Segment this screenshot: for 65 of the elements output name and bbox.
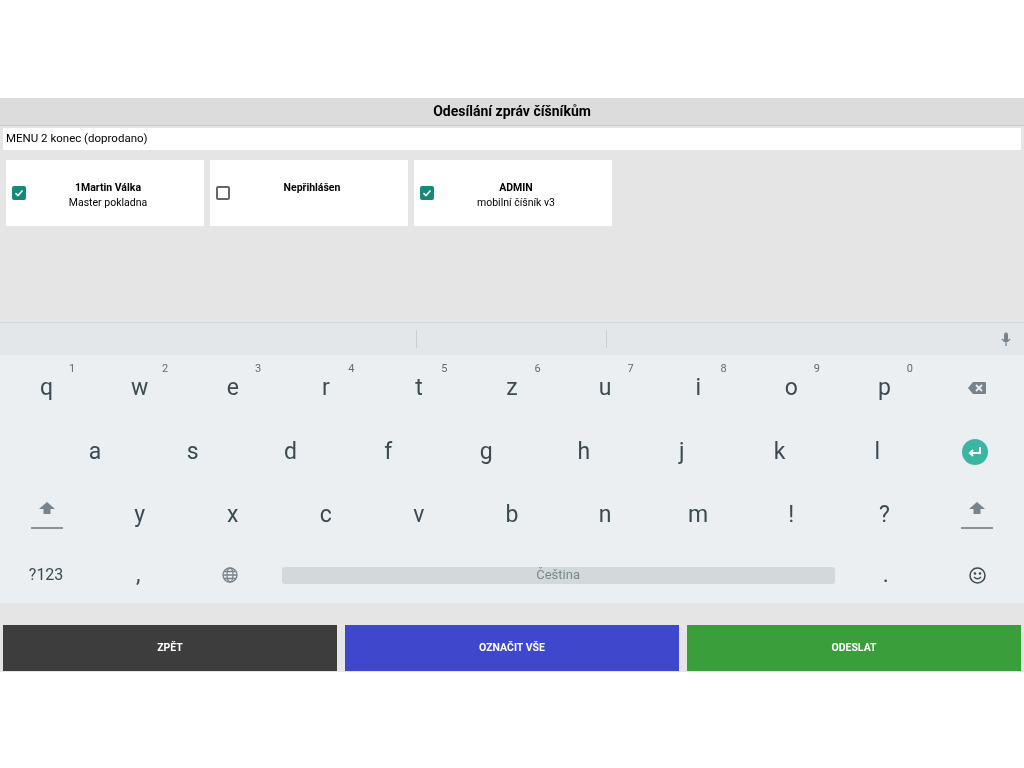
check-icon xyxy=(422,188,432,198)
key-hint: 6 xyxy=(534,361,541,377)
key-hint: 7 xyxy=(627,361,634,377)
keyboard-key[interactable]: v xyxy=(372,483,466,547)
keyboard-key[interactable]: . xyxy=(839,547,932,603)
keyboard-key[interactable]: a xyxy=(46,421,144,483)
keyboard-key[interactable]: k xyxy=(730,421,829,483)
keyboard-key[interactable]: t 5 xyxy=(372,355,466,421)
key-hint: 5 xyxy=(441,361,448,377)
keyboard-key[interactable]: z 6 xyxy=(465,355,559,421)
keyboard-key[interactable]: s xyxy=(143,421,242,483)
key-hint: 1 xyxy=(68,361,76,377)
key-hint: 3 xyxy=(255,361,262,377)
keyboard-key[interactable]: f xyxy=(339,421,438,483)
microphone-icon[interactable] xyxy=(1001,331,1011,347)
keyboard-key[interactable]: h xyxy=(535,421,633,483)
waiter-name: Nepřihlášen xyxy=(283,180,341,195)
keyboard-key[interactable]: ! xyxy=(744,483,838,547)
keyboard-key[interactable]: g xyxy=(437,421,535,483)
keyboard-key[interactable]: q 1 xyxy=(0,355,94,421)
keyboard-key[interactable]: j xyxy=(632,421,731,483)
keyboard-key[interactable]: ? xyxy=(837,483,931,547)
keyboard-key[interactable]: x xyxy=(186,483,280,547)
enter-icon[interactable] xyxy=(962,439,989,465)
globe-icon[interactable] xyxy=(222,567,239,583)
action-button[interactable]: OZNAČIT VŠE xyxy=(345,625,679,671)
keyboard-key[interactable]: l xyxy=(828,421,927,483)
keyboard-key[interactable]: n xyxy=(558,483,652,547)
key-hint: 9 xyxy=(813,361,820,377)
keyboard-key[interactable]: e 3 xyxy=(186,355,280,421)
keyboard-key[interactable]: w 2 xyxy=(93,355,187,421)
device-name: Master pokladna xyxy=(68,195,148,210)
emoji-icon[interactable] xyxy=(969,566,987,584)
keyboard-key[interactable]: c xyxy=(279,483,373,547)
window-title: Odesílání zpráv číšníkům xyxy=(433,102,591,121)
action-button[interactable]: ZPĚT xyxy=(3,625,337,671)
keyboard-key[interactable]: r 4 xyxy=(279,355,373,421)
key-hint: 4 xyxy=(348,361,355,377)
waiter-card[interactable]: 1Martin Válka Master pokladna xyxy=(6,160,204,226)
waiter-name: ADMIN xyxy=(499,180,533,195)
keyboard-key[interactable]: u 7 xyxy=(558,355,652,421)
checkbox[interactable] xyxy=(216,186,230,200)
check-icon xyxy=(14,188,24,198)
key-hint: 2 xyxy=(162,361,169,377)
keyboard-key[interactable]: p 0 xyxy=(837,355,931,421)
keyboard-key[interactable]: ?123 xyxy=(0,547,93,603)
device-name: mobilní číšník v3 xyxy=(477,195,555,210)
key-hint: 8 xyxy=(720,361,727,377)
keyboard-key[interactable]: y xyxy=(93,483,187,547)
keyboard-key[interactable]: b xyxy=(465,483,559,547)
shift-icon xyxy=(30,501,63,529)
keyboard-key[interactable]: , xyxy=(92,547,185,603)
checkbox[interactable] xyxy=(420,186,434,200)
waiter-card[interactable]: Nepřihlášen xyxy=(210,160,408,226)
waiter-card[interactable]: ADMIN mobilní číšník v3 xyxy=(414,160,612,226)
keyboard-key[interactable]: i 8 xyxy=(651,355,745,421)
key-hint: 0 xyxy=(906,361,913,377)
keyboard-key[interactable]: d xyxy=(241,421,340,483)
message-field[interactable]: MENU 2 konec (doprodano) xyxy=(3,128,1021,150)
backspace-icon[interactable] xyxy=(967,381,988,395)
waiter-name: 1Martin Válka xyxy=(75,180,141,195)
shift-icon xyxy=(961,501,994,529)
checkbox[interactable] xyxy=(12,186,26,200)
keyboard-key[interactable]: m xyxy=(651,483,745,547)
keyboard-key[interactable]: o 9 xyxy=(744,355,838,421)
